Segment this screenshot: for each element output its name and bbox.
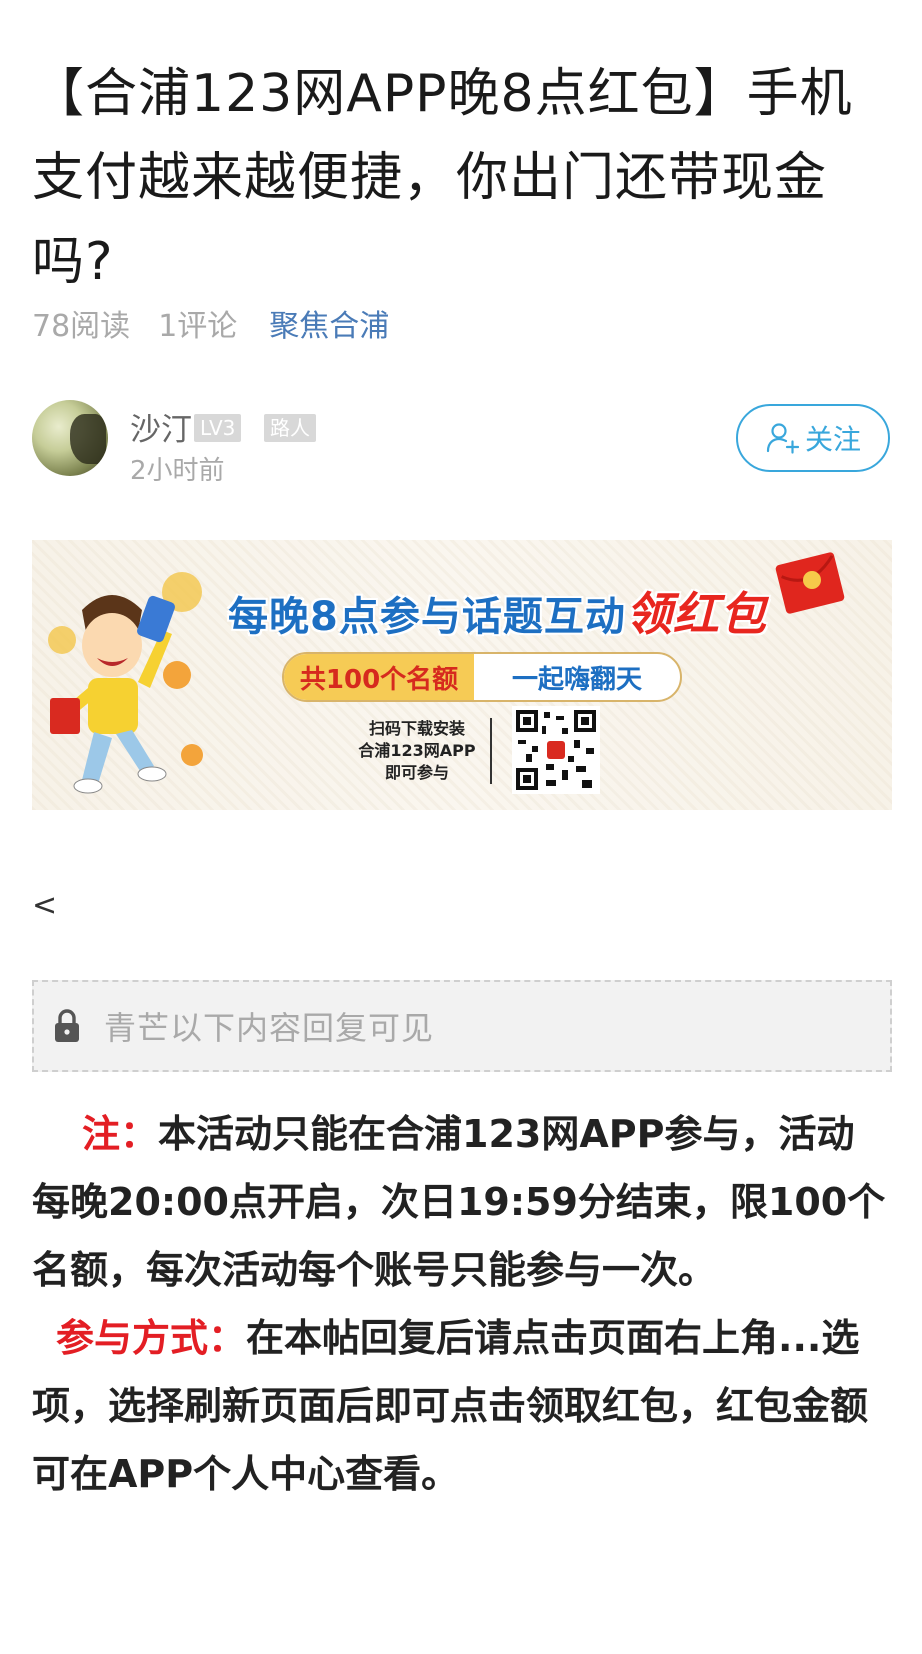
method-label: 参与方式： (56, 1316, 247, 1360)
forum-link[interactable]: 聚焦合浦 (269, 301, 389, 345)
banner-headline: 每晚8点参与话题互动领红包 (228, 578, 767, 644)
note-text: 本活动只能在合浦123网APP参与，活动每晚20:00点开启，次日19:59分结… (32, 1112, 886, 1292)
lock-icon (55, 1009, 79, 1042)
mascot-illustration (48, 572, 203, 794)
banner-headline-main: 每晚8点参与话题互动 (228, 594, 626, 640)
comment-count[interactable]: 1评论 (158, 301, 237, 345)
note-paragraph: 注：本活动只能在合浦123网APP参与，活动每晚20:00点开启，次日19:59… (32, 1100, 892, 1304)
user-plus-icon (766, 423, 799, 454)
scan-line-1: 扫码下载安装 (368, 719, 465, 738)
locked-content-text: 青芒以下内容回复可见 (104, 1009, 435, 1047)
read-count: 78阅读 (32, 309, 131, 344)
pill-left-text: 共100个名额 (284, 654, 475, 700)
note-label: 注： (82, 1112, 159, 1156)
follow-button[interactable]: 关注 (736, 404, 890, 472)
qr-code-icon (512, 706, 600, 794)
red-packet-icon (775, 552, 845, 614)
scan-line-2: 合浦123网APP (358, 741, 476, 760)
article-meta: 78阅读 1评论 聚焦合浦 (32, 296, 417, 350)
scan-divider (490, 718, 492, 784)
avatar[interactable] (32, 400, 108, 476)
article-page: 【合浦123网APP晚8点红包】手机支付越来越便捷，你出门还带现金吗? 78阅读… (0, 0, 922, 1654)
level-badge: LV3 (194, 414, 242, 442)
author-name[interactable]: 沙汀 (130, 404, 192, 449)
banner-headline-red: 领红包 (625, 587, 767, 641)
author-bar: 沙汀 LV3 路人 2小时前 关注 (32, 398, 892, 488)
back-chevron-text: < (32, 888, 58, 923)
pill-right-text: 一起嗨翻天 (512, 664, 643, 695)
article-title: 【合浦123网APP晚8点红包】手机支付越来越便捷，你出门还带现金吗? (32, 64, 853, 292)
method-paragraph: 参与方式：在本帖回复后请点击页面右上角...选项，选择刷新页面后即可点击领取红包… (32, 1304, 892, 1508)
locked-content-box[interactable]: 青芒以下内容回复可见 (32, 980, 892, 1072)
role-badge: 路人 (264, 414, 316, 442)
scan-instructions: 扫码下载安装 合浦123网APP 即可参与 (352, 718, 482, 784)
follow-label: 关注 (804, 423, 861, 456)
promo-banner[interactable]: 每晚8点参与话题互动领红包 共100个名额 一起嗨翻天 扫码下载安装 合浦123… (32, 540, 892, 810)
post-time: 2小时前 (130, 456, 225, 486)
scan-line-3: 即可参与 (384, 763, 449, 782)
banner-pill: 共100个名额 一起嗨翻天 (282, 652, 682, 702)
activity-notice: 注：本活动只能在合浦123网APP参与，活动每晚20:00点开启，次日19:59… (32, 1100, 892, 1508)
